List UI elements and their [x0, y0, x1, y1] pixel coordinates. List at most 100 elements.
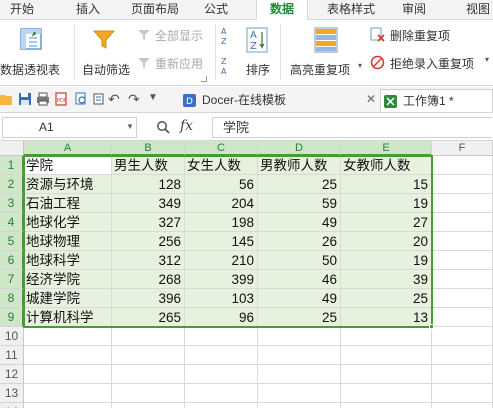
empty-cell[interactable] [432, 270, 493, 289]
empty-cell[interactable] [258, 384, 341, 403]
function-icon[interactable]: fx [180, 118, 193, 134]
data-cell[interactable]: 19 [341, 194, 432, 213]
empty-cell[interactable] [341, 327, 432, 346]
data-cell[interactable]: 39 [341, 270, 432, 289]
empty-cell[interactable] [432, 346, 493, 365]
column-header-a[interactable]: A [24, 141, 112, 156]
empty-cell[interactable] [432, 403, 493, 408]
data-cell[interactable]: 204 [185, 194, 258, 213]
row-header[interactable]: 11 [0, 346, 24, 365]
empty-cell[interactable] [432, 232, 493, 251]
data-cell[interactable]: 399 [185, 270, 258, 289]
column-header-c[interactable]: C [185, 141, 258, 156]
empty-cell[interactable] [24, 403, 112, 408]
header-cell[interactable]: 女生人数 [185, 156, 258, 175]
empty-cell[interactable] [432, 156, 493, 175]
empty-cell[interactable] [112, 327, 185, 346]
data-cell[interactable]: 19 [341, 251, 432, 270]
empty-cell[interactable] [432, 251, 493, 270]
empty-cell[interactable] [185, 365, 258, 384]
data-cell[interactable]: 349 [112, 194, 185, 213]
empty-cell[interactable] [24, 384, 112, 403]
empty-cell[interactable] [258, 365, 341, 384]
sort-ascending-button[interactable]: A Z Z A [220, 24, 234, 80]
chevron-down-icon[interactable]: ▼ [148, 92, 158, 103]
column-header-d[interactable]: D [258, 141, 341, 156]
formula-input[interactable]: 学院 [212, 117, 492, 138]
data-cell[interactable]: 59 [258, 194, 341, 213]
empty-cell[interactable] [112, 403, 185, 408]
tab-formulas[interactable]: 公式 [196, 0, 236, 20]
empty-cell[interactable] [112, 365, 185, 384]
highlight-duplicates-button[interactable]: 高亮重复项 ▾ [288, 26, 364, 80]
chevron-down-icon[interactable]: ▼ [126, 122, 134, 131]
empty-cell[interactable] [341, 365, 432, 384]
data-cell[interactable]: 20 [341, 232, 432, 251]
data-cell[interactable]: 327 [112, 213, 185, 232]
header-cell[interactable]: 男生人数 [112, 156, 185, 175]
empty-cell[interactable] [432, 384, 493, 403]
data-cell[interactable]: 312 [112, 251, 185, 270]
row-header[interactable]: 10 [0, 327, 24, 346]
data-cell[interactable]: 50 [258, 251, 341, 270]
empty-cell[interactable] [432, 213, 493, 232]
data-cell[interactable]: 210 [185, 251, 258, 270]
data-cell[interactable]: 396 [112, 289, 185, 308]
show-all-button[interactable]: 全部显示 [137, 26, 211, 44]
data-cell[interactable]: 103 [185, 289, 258, 308]
empty-cell[interactable] [341, 384, 432, 403]
empty-cell[interactable] [432, 194, 493, 213]
data-cell[interactable]: 25 [341, 289, 432, 308]
row-header[interactable]: 6 [0, 251, 24, 270]
data-cell[interactable]: 96 [185, 308, 258, 327]
empty-cell[interactable] [432, 327, 493, 346]
column-header-e[interactable]: E [341, 141, 432, 156]
data-cell[interactable]: 27 [341, 213, 432, 232]
tab-insert[interactable]: 插入 [68, 0, 108, 20]
redo-icon[interactable]: ↷ [128, 91, 140, 108]
close-icon[interactable]: ✕ [366, 92, 376, 106]
save-icon[interactable] [18, 92, 32, 106]
header-cell[interactable]: 男教师人数 [258, 156, 341, 175]
search-icon[interactable] [156, 120, 170, 134]
empty-cell[interactable] [185, 327, 258, 346]
header-cell[interactable]: 学院 [24, 156, 112, 175]
empty-cell[interactable] [185, 403, 258, 408]
open-folder-icon[interactable] [0, 92, 14, 106]
row-header[interactable]: 12 [0, 365, 24, 384]
empty-cell[interactable] [258, 346, 341, 365]
data-cell[interactable]: 资源与环境 [24, 175, 112, 194]
data-cell[interactable]: 145 [185, 232, 258, 251]
data-cell[interactable]: 地球物理 [24, 232, 112, 251]
reapply-button[interactable]: 重新应用 [137, 54, 211, 72]
doc-tab-workbook[interactable]: 工作簿1 * [380, 89, 493, 112]
empty-cell[interactable] [432, 175, 493, 194]
data-cell[interactable]: 15 [341, 175, 432, 194]
data-cell[interactable]: 城建学院 [24, 289, 112, 308]
empty-cell[interactable] [432, 365, 493, 384]
tab-home[interactable]: 开始 [2, 0, 42, 20]
print-preview-icon[interactable] [74, 92, 88, 106]
empty-cell[interactable] [24, 327, 112, 346]
row-header[interactable]: 7 [0, 270, 24, 289]
auto-filter-button[interactable]: 自动筛选 [80, 26, 134, 80]
reject-duplicates-button[interactable]: 拒绝录入重复项 ▾ [370, 54, 493, 72]
data-cell[interactable]: 25 [258, 308, 341, 327]
empty-cell[interactable] [185, 384, 258, 403]
tab-table-style[interactable]: 表格样式 [320, 0, 382, 20]
empty-cell[interactable] [341, 346, 432, 365]
row-header[interactable]: 3 [0, 194, 24, 213]
doc-tab-docer[interactable]: D Docer-在线模板 [180, 89, 365, 112]
data-cell[interactable]: 计算机科学 [24, 308, 112, 327]
empty-cell[interactable] [258, 403, 341, 408]
data-cell[interactable]: 56 [185, 175, 258, 194]
empty-cell[interactable] [432, 308, 493, 327]
data-cell[interactable]: 26 [258, 232, 341, 251]
remove-duplicates-button[interactable]: 删除重复项 [370, 26, 490, 44]
empty-cell[interactable] [24, 346, 112, 365]
name-box[interactable]: A1 [2, 117, 137, 138]
row-header[interactable]: 13 [0, 384, 24, 403]
select-all-corner[interactable] [0, 141, 24, 156]
pivot-table-button[interactable]: 数据透视表 [0, 26, 64, 80]
row-header[interactable]: 9 [0, 308, 24, 327]
